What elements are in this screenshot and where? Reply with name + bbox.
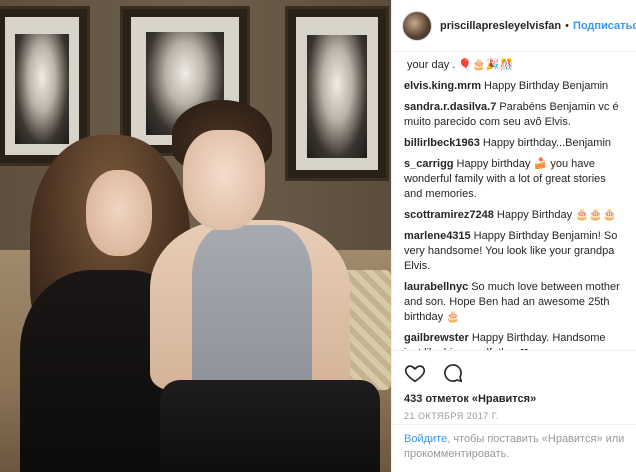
comments-list[interactable]: your day . 🎈🎂🎉🎊 elvis.king.mrm Happy Birt… — [392, 52, 636, 350]
comment: billirlbeck1963 Happy birthday...Benjamin — [404, 136, 625, 151]
framed-portrait-3 — [285, 6, 389, 181]
man-face — [183, 130, 265, 230]
comment-author[interactable]: elvis.king.mrm — [404, 80, 481, 92]
action-icons — [404, 359, 625, 387]
comment-author[interactable]: gailbrewster — [404, 332, 469, 344]
login-link[interactable]: Войдите — [404, 433, 447, 445]
comment: s_carrigg Happy birthday 🍰 you have wonde… — [404, 157, 625, 202]
post-header: priscillapresleyelvisfan • Подписаться — [392, 0, 636, 52]
likes-count[interactable]: 433 отметок «Нравится» — [404, 393, 625, 405]
jeans — [160, 380, 380, 472]
comment-author[interactable]: s_carrigg — [404, 158, 454, 170]
woman-face — [86, 170, 152, 256]
comment-author[interactable]: sandra.r.dasilva.7 — [404, 101, 496, 113]
side-panel: priscillapresleyelvisfan • Подписаться y… — [391, 0, 636, 472]
comment: sandra.r.dasilva.7 Parabéns Benjamin vc é… — [404, 100, 625, 130]
instagram-post: priscillapresleyelvisfan • Подписаться y… — [0, 0, 636, 472]
comment-author[interactable]: scottramirez7248 — [404, 209, 494, 221]
heart-outline-icon[interactable] — [404, 362, 426, 384]
login-prompt: Войдите, чтобы поставить «Нравится» или … — [392, 424, 636, 472]
man-tank-top — [192, 225, 312, 395]
avatar[interactable] — [402, 10, 432, 41]
comment-author[interactable]: marlene4315 — [404, 230, 471, 242]
comment-author[interactable]: billirlbeck1963 — [404, 137, 480, 149]
post-photo[interactable] — [0, 0, 391, 472]
comment: your day . 🎈🎂🎉🎊 — [404, 58, 625, 73]
comment-text: Happy Birthday Benjamin — [484, 80, 609, 92]
comment: elvis.king.mrm Happy Birthday Benjamin — [404, 79, 625, 94]
comment-text: Happy birthday...Benjamin — [482, 137, 612, 149]
comment-text: your day . 🎈🎂🎉🎊 — [407, 59, 514, 71]
follow-button[interactable]: Подписаться — [573, 20, 636, 32]
comment: scottramirez7248 Happy Birthday 🎂🎂🎂 — [404, 208, 625, 223]
post-username[interactable]: priscillapresleyelvisfan — [440, 20, 561, 32]
comment: gailbrewsterHappy Birthday. Handsome jus… — [404, 331, 625, 350]
comment: laurabellnyc So much love between mother … — [404, 280, 625, 325]
comment-text: Happy Birthday 🎂🎂🎂 — [496, 209, 617, 221]
comment: marlene4315 Happy Birthday Benjamin! So v… — [404, 229, 625, 274]
header-separator: • — [565, 19, 569, 32]
post-date[interactable]: 21 ОКТЯБРЯ 2017 Г. — [404, 411, 625, 421]
speech-bubble-icon[interactable] — [442, 362, 464, 384]
comment-author[interactable]: laurabellnyc — [404, 281, 468, 293]
